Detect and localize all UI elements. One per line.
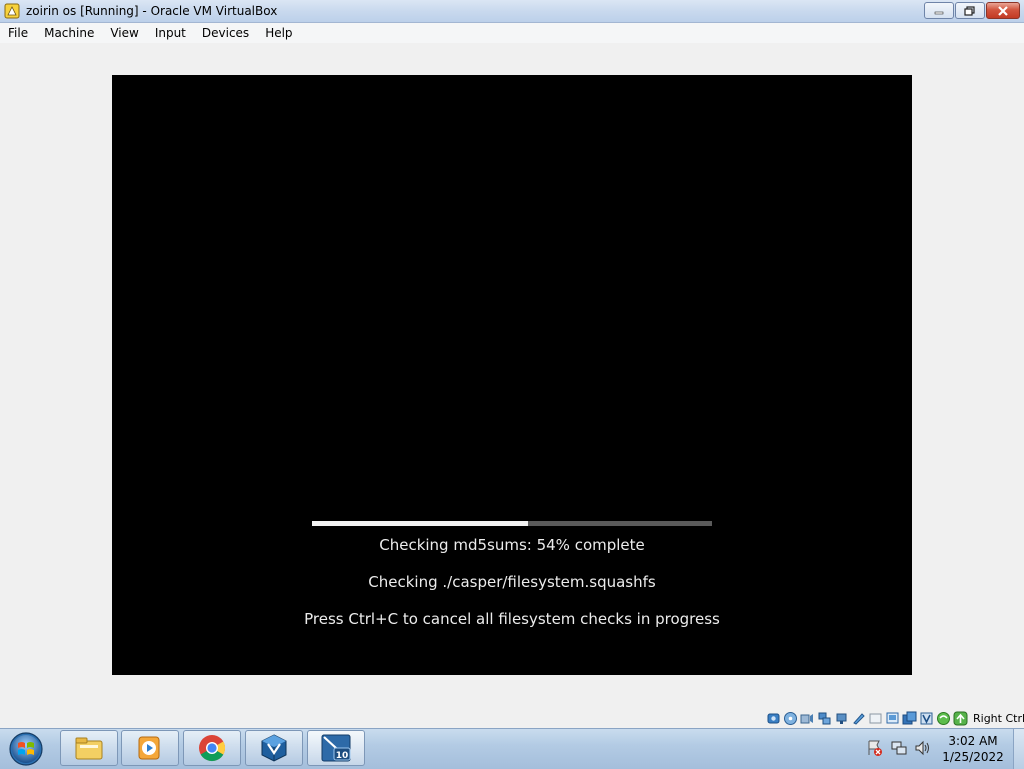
close-icon xyxy=(998,5,1008,16)
recording-icon[interactable] xyxy=(902,711,917,726)
taskbar-virtualbox[interactable] xyxy=(245,730,303,766)
virtualbox-icon xyxy=(261,734,287,762)
taskbar: 10 3:02 AM 1/25/2022 xyxy=(0,728,1024,769)
shared-folders-icon[interactable] xyxy=(851,711,866,726)
menu-help[interactable]: Help xyxy=(257,23,300,43)
usb-icon[interactable] xyxy=(834,711,849,726)
system-tray xyxy=(866,739,932,757)
close-button[interactable] xyxy=(986,2,1020,19)
taskbar-zorin-vm[interactable]: 10 xyxy=(307,730,365,766)
minimize-icon xyxy=(934,11,944,14)
menu-bar: File Machine View Input Devices Help xyxy=(0,23,1024,43)
clock-date: 1/25/2022 xyxy=(942,750,1004,764)
restore-button[interactable] xyxy=(955,2,985,19)
mouse-integration-icon[interactable] xyxy=(936,711,951,726)
menu-devices[interactable]: Devices xyxy=(194,23,257,43)
cancel-hint-text: Press Ctrl+C to cancel all filesystem ch… xyxy=(304,610,720,628)
screen-capture-icon[interactable] xyxy=(885,711,900,726)
md5-progress-fill xyxy=(312,521,528,526)
action-center-icon[interactable] xyxy=(866,739,884,757)
menu-input[interactable]: Input xyxy=(147,23,194,43)
start-button[interactable] xyxy=(6,731,46,767)
window-title: zoirin os [Running] - Oracle VM VirtualB… xyxy=(26,4,278,18)
minimize-button[interactable] xyxy=(924,2,954,19)
zorin-vm-icon: 10 xyxy=(321,734,351,762)
vm-display[interactable]: Checking md5sums: 54% complete Checking … xyxy=(112,75,912,675)
zorin-version-badge: 10 xyxy=(336,751,349,761)
file-explorer-icon xyxy=(75,737,103,760)
hard-disk-icon[interactable] xyxy=(766,711,781,726)
md5-progress-bar xyxy=(312,521,712,526)
chrome-icon xyxy=(199,735,226,762)
menu-view[interactable]: View xyxy=(102,23,146,43)
volume-icon[interactable] xyxy=(914,739,932,757)
vm-status-bar: Right Ctrl xyxy=(766,708,1024,728)
title-bar[interactable]: zoirin os [Running] - Oracle VM VirtualB… xyxy=(0,0,1024,23)
arrow-icon[interactable] xyxy=(953,711,968,726)
taskbar-media-player[interactable] xyxy=(121,730,179,766)
taskbar-chrome[interactable] xyxy=(183,730,241,766)
optical-drive-icon[interactable] xyxy=(783,711,798,726)
restore-icon xyxy=(964,5,975,16)
clock-time: 3:02 AM xyxy=(948,734,998,748)
network-tray-icon[interactable] xyxy=(890,739,908,757)
menu-machine[interactable]: Machine xyxy=(36,23,102,43)
audio-icon[interactable] xyxy=(800,711,815,726)
virtualbox-app-icon[interactable] xyxy=(4,3,20,19)
taskbar-file-explorer[interactable] xyxy=(60,730,118,766)
media-player-icon xyxy=(138,736,160,760)
show-desktop-button[interactable] xyxy=(1013,729,1024,769)
host-key-label[interactable]: Right Ctrl xyxy=(973,712,1024,725)
checking-file-text: Checking ./casper/filesystem.squashfs xyxy=(368,573,656,591)
network-icon[interactable] xyxy=(817,711,832,726)
md5-status-text: Checking md5sums: 54% complete xyxy=(379,536,645,554)
cpu-icon[interactable] xyxy=(919,711,934,726)
system-clock[interactable]: 3:02 AM 1/25/2022 xyxy=(935,733,1011,765)
display-icon[interactable] xyxy=(868,711,883,726)
menu-file[interactable]: File xyxy=(0,23,36,43)
